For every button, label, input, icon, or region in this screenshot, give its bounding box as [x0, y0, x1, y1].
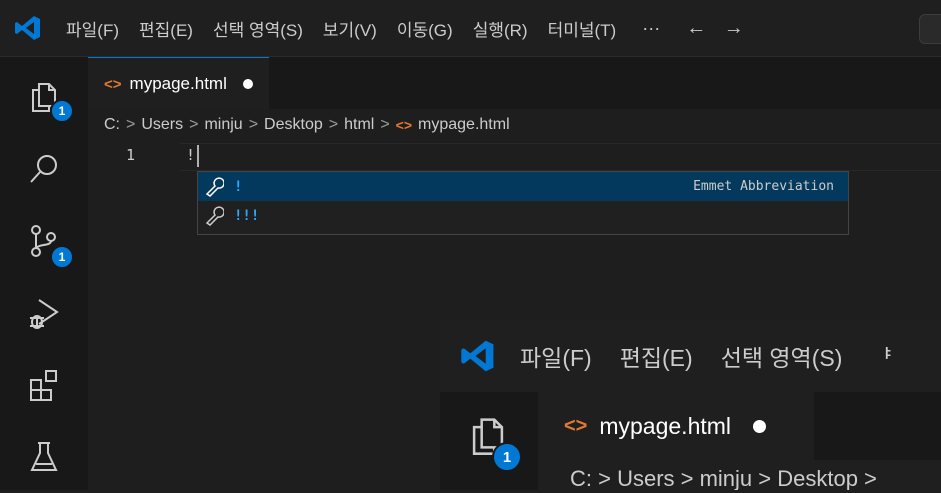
suggestion-widget: ! Emmet Abbreviation !!!: [197, 171, 849, 235]
tab-mypage-html[interactable]: <> mypage.html: [88, 57, 269, 110]
suggestion-item[interactable]: ! Emmet Abbreviation: [198, 172, 848, 201]
chevron-right-icon: >: [126, 116, 136, 133]
preview-activity-bar: 1: [440, 392, 538, 490]
activity-extensions[interactable]: [0, 349, 88, 421]
suggestion-label: !: [234, 178, 243, 195]
activity-bar: 1 1: [0, 57, 88, 490]
suggestion-label: !!!: [234, 207, 260, 224]
command-center[interactable]: [919, 14, 941, 44]
current-line-highlight: [180, 143, 941, 171]
chevron-right-icon: >: [248, 116, 259, 133]
breadcrumb: C: > Users > minju > Desktop > html > <>…: [104, 116, 510, 134]
preview-title-bar: 파일(F) 편집(E) 선택 영역(S) ᅣ: [440, 320, 941, 392]
breadcrumb-file[interactable]: mypage.html: [418, 116, 510, 134]
activity-explorer[interactable]: 1: [0, 61, 88, 133]
activity-source-control[interactable]: 1: [0, 205, 88, 277]
menu-bar: 파일(F) 편집(E) 선택 영역(S) 보기(V) 이동(G) 실행(R) 터…: [56, 16, 760, 41]
activity-testing[interactable]: [0, 421, 88, 493]
suggestion-item[interactable]: !!!: [198, 201, 848, 230]
nav-back-forward-icon[interactable]: ← →: [676, 17, 760, 40]
menu-selection[interactable]: 선택 영역(S): [203, 16, 313, 41]
wrench-icon: [205, 176, 224, 197]
preview-explorer-badge: 1: [492, 442, 522, 472]
line-number: 1: [126, 146, 136, 164]
zoomed-preview: 파일(F) 편집(E) 선택 영역(S) ᅣ 1 <> mypage.html …: [440, 320, 941, 490]
preview-menu-file: 파일(F): [520, 345, 592, 371]
title-bar: 파일(F) 편집(E) 선택 영역(S) 보기(V) 이동(G) 실행(R) 터…: [0, 0, 941, 57]
breadcrumb-minju[interactable]: minju: [204, 116, 242, 134]
menu-edit[interactable]: 편집(E): [129, 16, 203, 41]
preview-menu-selection: 선택 영역(S): [720, 345, 843, 371]
preview-breadcrumb: C: > Users > minju > Desktop >: [570, 466, 877, 490]
menu-run[interactable]: 실행(R): [463, 16, 538, 41]
tab-label: mypage.html: [129, 74, 227, 93]
html-file-icon: <>: [395, 117, 413, 133]
breadcrumb-drive[interactable]: C:: [104, 116, 120, 134]
run-debug-icon: [30, 299, 59, 329]
suggestion-detail: Emmet Abbreviation: [693, 179, 834, 194]
chevron-right-icon: >: [380, 116, 390, 133]
activity-search[interactable]: [0, 133, 88, 205]
chevron-right-icon: >: [328, 116, 339, 133]
more-menu-icon[interactable]: ···: [626, 18, 676, 39]
preview-tabs: <> mypage.html: [538, 392, 941, 460]
activity-run-debug[interactable]: [0, 277, 88, 349]
html-file-icon: <>: [564, 414, 588, 437]
vscode-logo-icon: [461, 340, 494, 372]
extensions-icon: [30, 370, 57, 401]
source-control-badge: 1: [50, 245, 74, 269]
breadcrumb-desktop[interactable]: Desktop: [264, 116, 323, 134]
html-file-icon: <>: [104, 75, 122, 93]
preview-tab: <> mypage.html: [538, 392, 814, 460]
preview-menu-view: ᅣ: [870, 345, 892, 371]
unsaved-dot-icon[interactable]: [242, 79, 253, 89]
menu-go[interactable]: 이동(G): [387, 16, 463, 41]
explorer-badge: 1: [50, 99, 74, 123]
unsaved-dot-icon: [753, 419, 767, 433]
preview-menu-edit: 편집(E): [619, 345, 693, 371]
code-text[interactable]: !: [186, 146, 195, 164]
search-icon: [30, 155, 57, 183]
editor-tabs: <> mypage.html: [88, 57, 941, 110]
menu-view[interactable]: 보기(V): [313, 16, 387, 41]
menu-file[interactable]: 파일(F): [56, 16, 129, 41]
preview-tab-label: mypage.html: [599, 412, 732, 439]
chevron-right-icon: >: [189, 116, 199, 133]
breadcrumb-users[interactable]: Users: [141, 116, 183, 134]
flask-icon: [30, 442, 58, 471]
text-cursor: [197, 145, 199, 167]
menu-terminal[interactable]: 터미널(T): [538, 16, 627, 41]
vscode-logo-icon: [15, 16, 40, 40]
breadcrumb-html[interactable]: html: [344, 116, 374, 134]
wrench-icon: [205, 205, 224, 226]
